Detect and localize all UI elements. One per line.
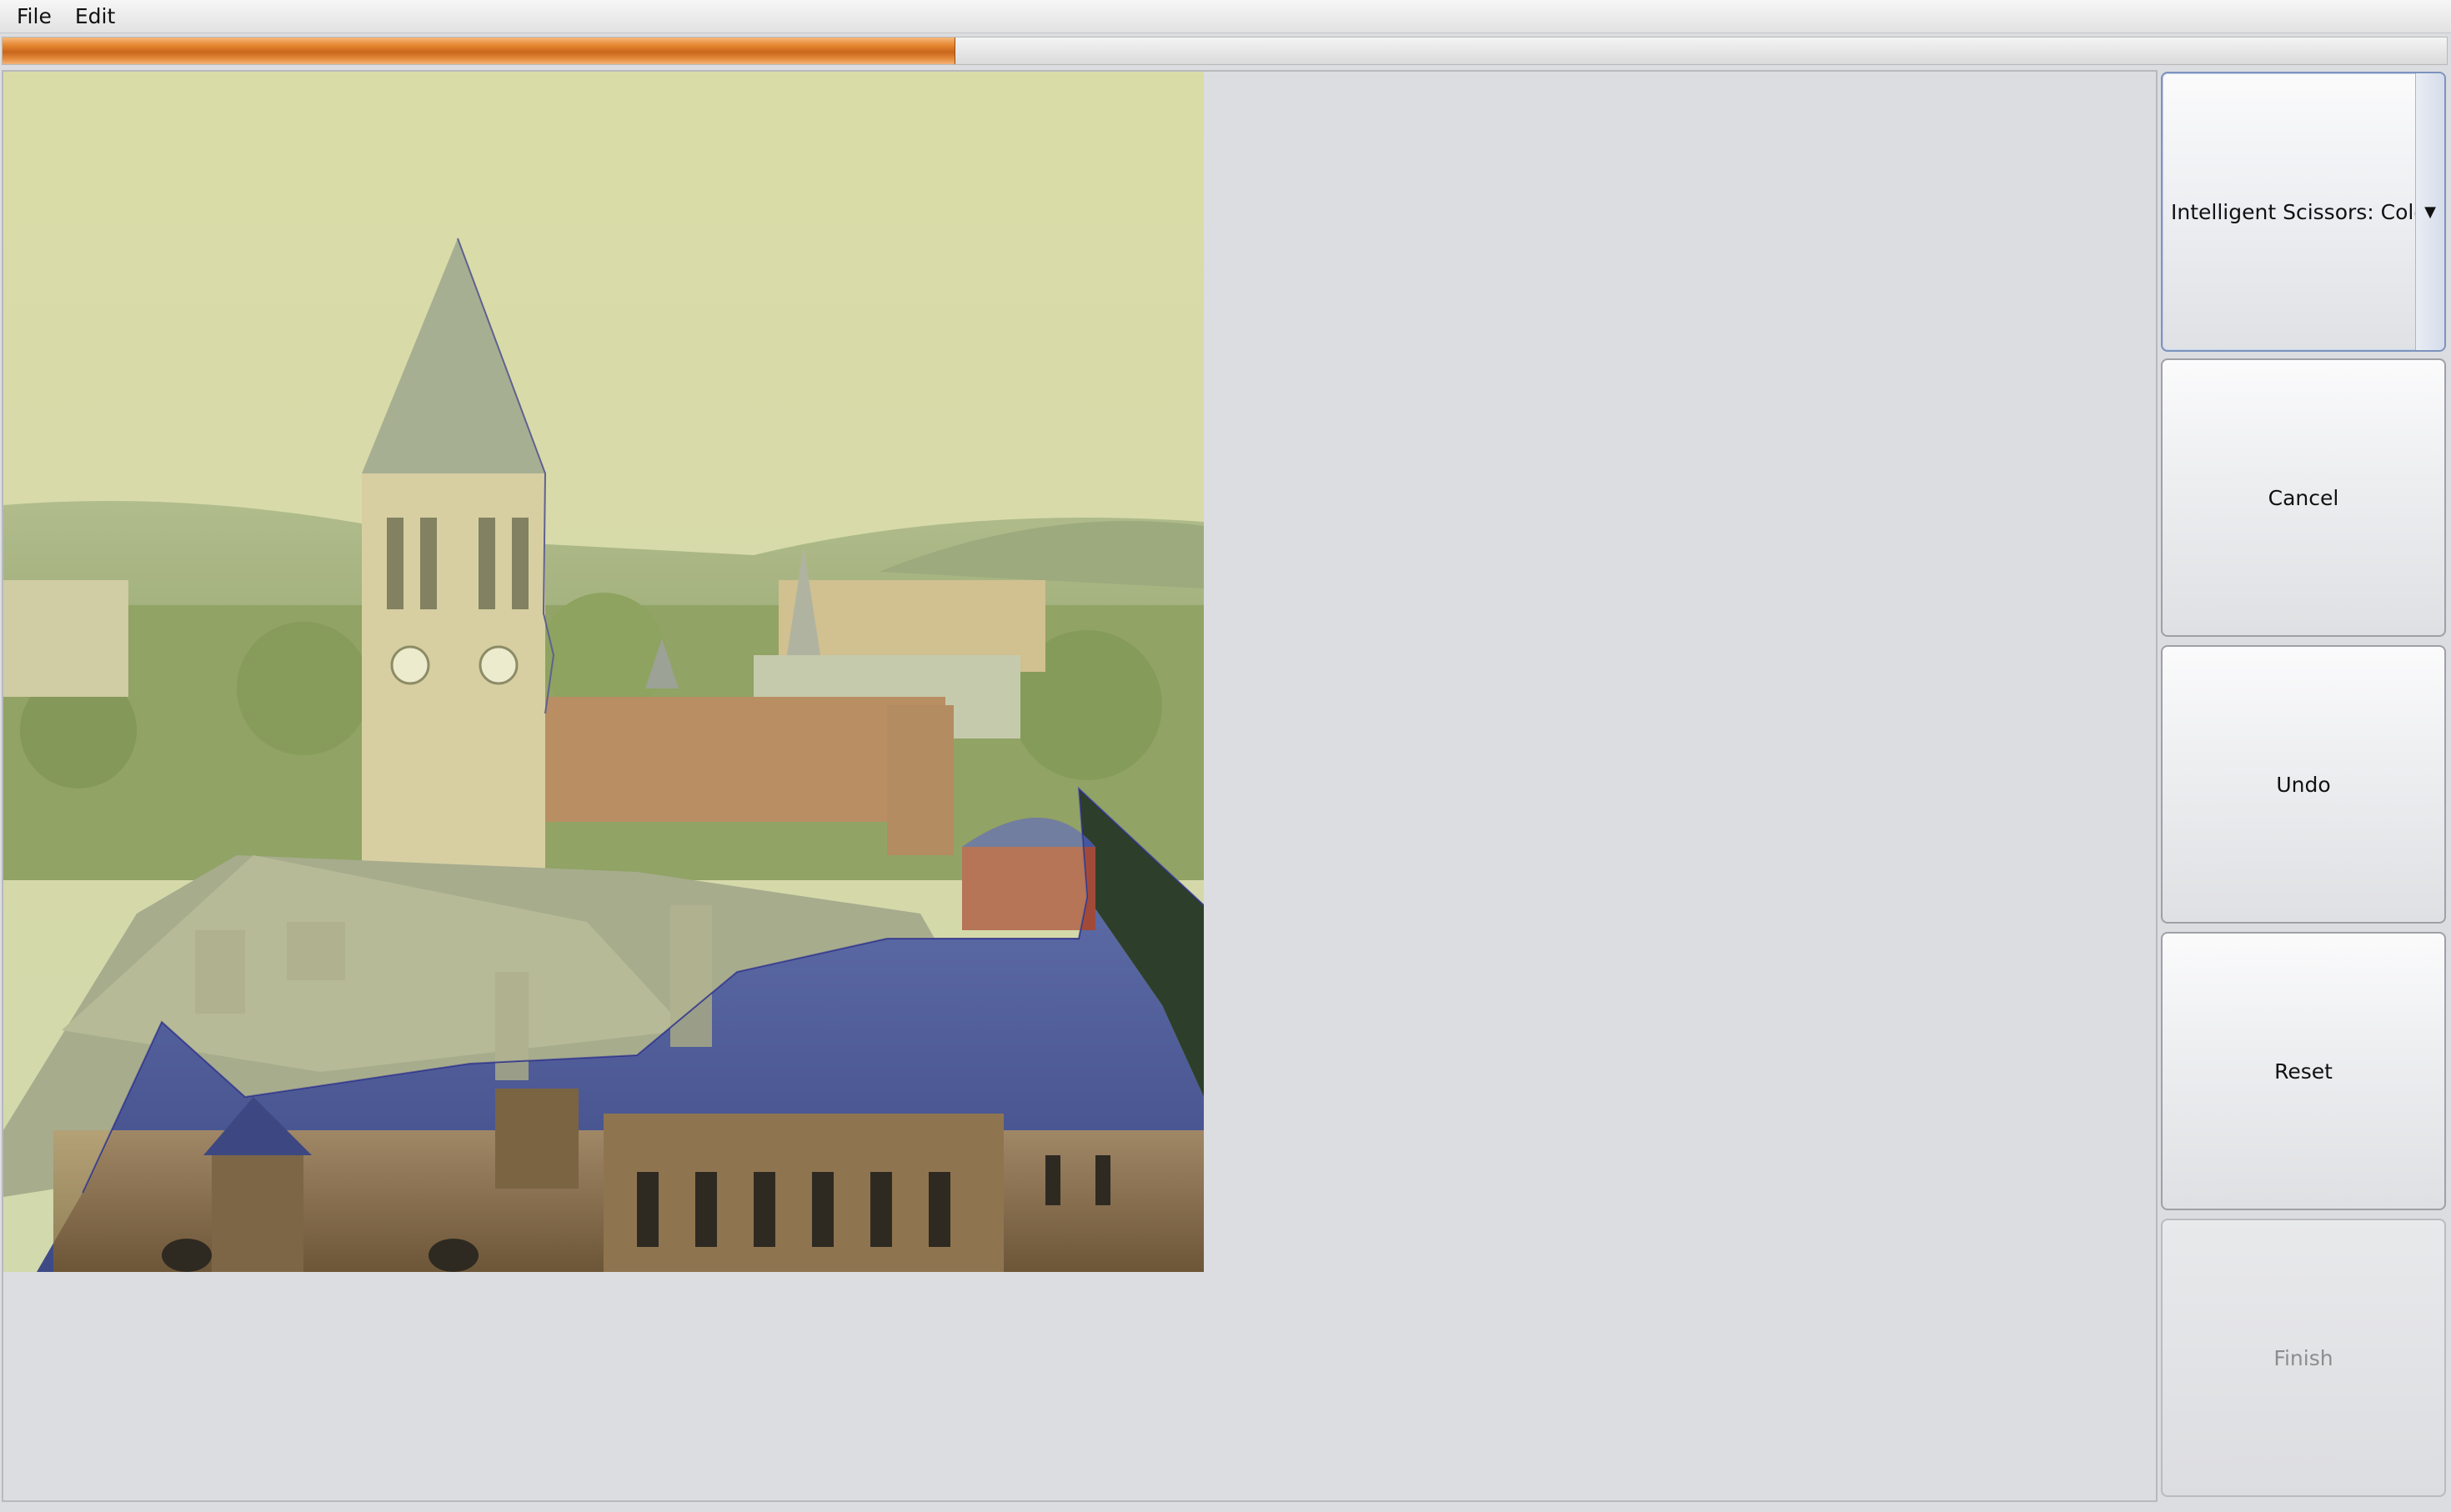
menu-edit[interactable]: Edit — [72, 3, 118, 30]
mode-select-value: Intelligent Scissors: Color — [2171, 199, 2435, 224]
progress-bar — [2, 37, 2448, 65]
tool-sidebar: Intelligent Scissors: Color ▼ Cancel Und… — [2161, 72, 2448, 1500]
chevron-down-icon[interactable]: ▼ — [2415, 73, 2444, 350]
campus-photo — [3, 72, 1204, 1272]
undo-button[interactable]: Undo — [2161, 645, 2446, 924]
menu-file[interactable]: File — [13, 3, 55, 30]
cancel-button[interactable]: Cancel — [2161, 358, 2446, 637]
finish-button[interactable]: Finish — [2161, 1219, 2446, 1497]
image-canvas[interactable] — [3, 72, 1204, 1272]
progress-fill — [3, 38, 956, 64]
reset-button[interactable]: Reset — [2161, 932, 2446, 1210]
menu-bar: File Edit — [0, 0, 2451, 33]
mode-select[interactable]: Intelligent Scissors: Color ▼ — [2161, 72, 2446, 352]
